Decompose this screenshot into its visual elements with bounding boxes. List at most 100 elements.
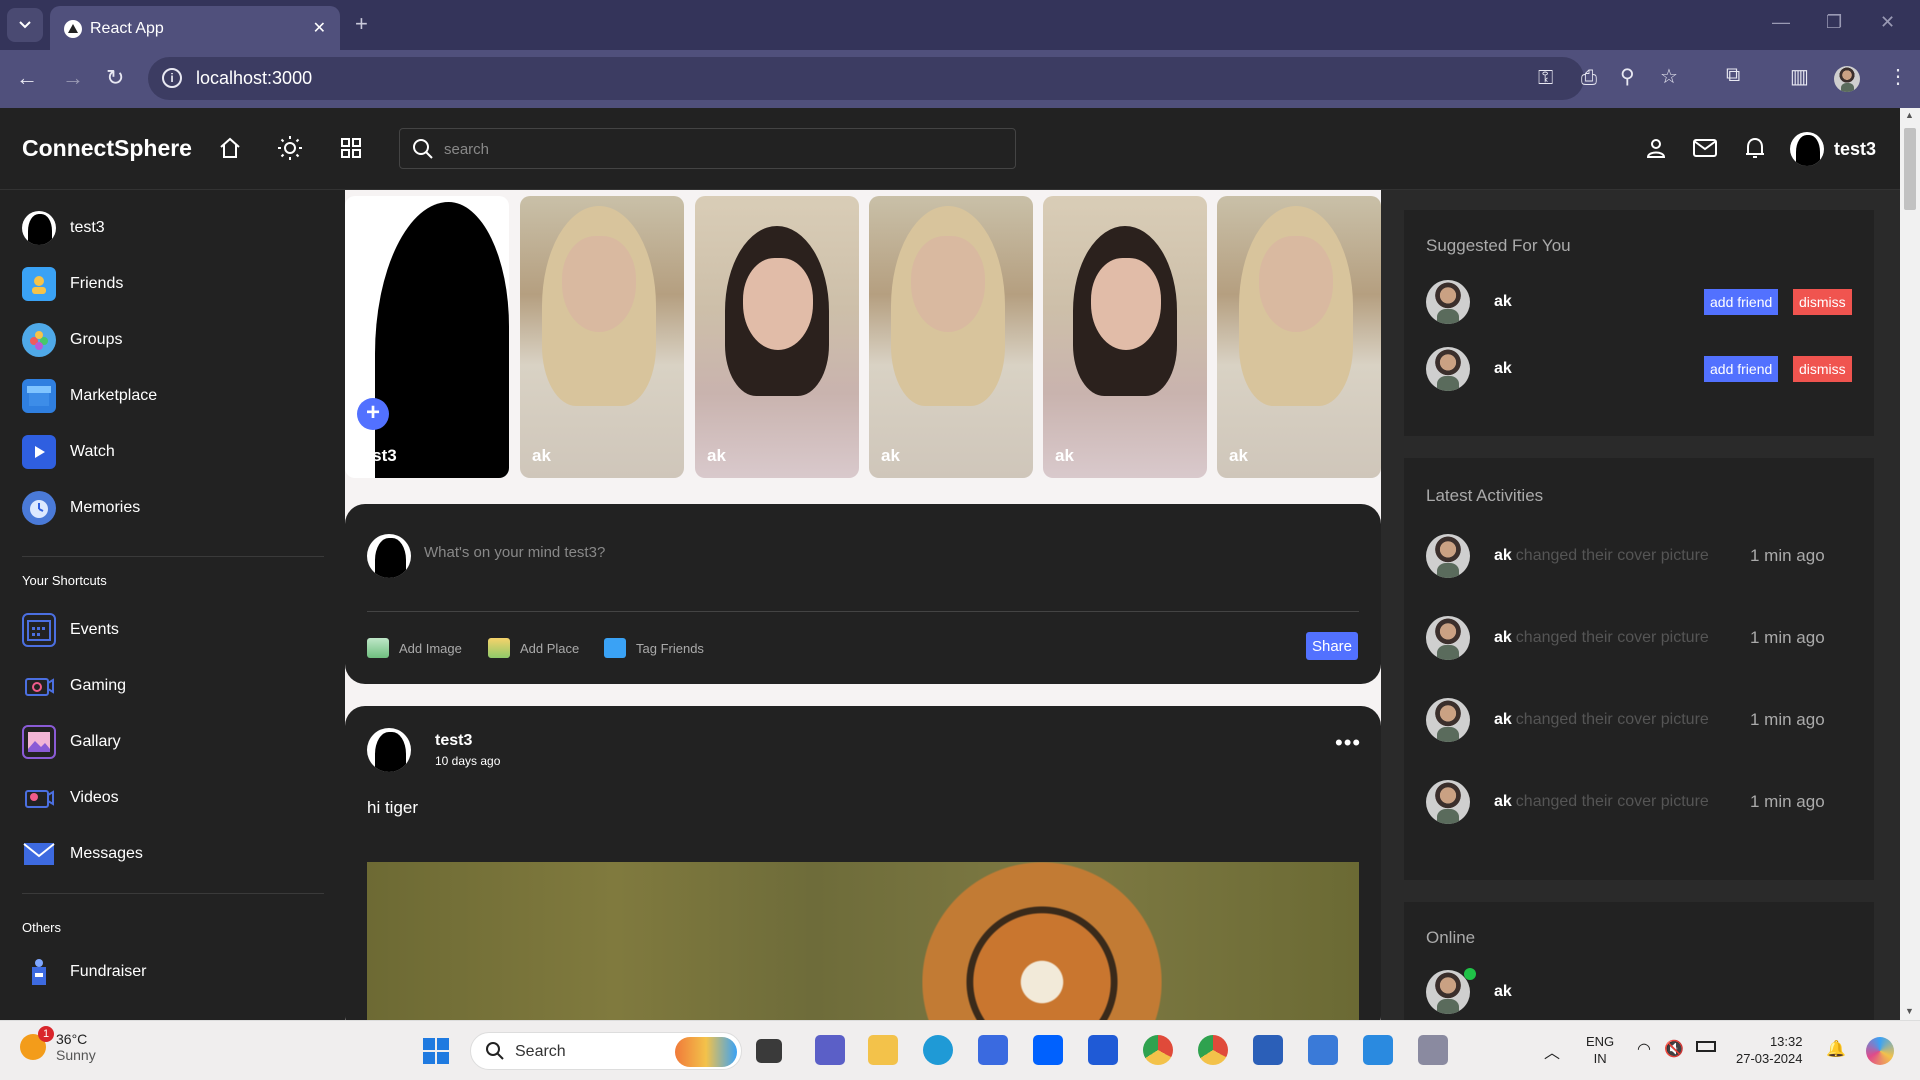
post-author-avatar[interactable]	[367, 728, 411, 772]
story-card[interactable]: ak	[520, 196, 684, 478]
close-window-icon[interactable]: ✕	[1880, 12, 1895, 33]
add-friend-button[interactable]: add friend	[1704, 289, 1779, 315]
notepad-icon[interactable]	[1308, 1035, 1338, 1065]
sidebar-item-videos[interactable]: Videos	[22, 780, 119, 816]
apps-grid-icon[interactable]	[337, 134, 365, 162]
add-image-button[interactable]: Add Image	[367, 638, 462, 658]
sidebar-item-watch[interactable]: Watch	[22, 434, 115, 470]
chrome-profile-icon[interactable]	[1198, 1035, 1228, 1065]
close-tab-icon[interactable]: ✕	[313, 18, 326, 38]
sidebar-item-friends[interactable]: Friends	[22, 266, 123, 302]
suggested-user-avatar[interactable]	[1426, 280, 1470, 324]
activity-user[interactable]: ak	[1494, 793, 1512, 811]
activity-user[interactable]: ak	[1494, 629, 1512, 647]
sidebar-item-groups[interactable]: Groups	[22, 322, 122, 358]
system-clock[interactable]: 13:32 27-03-2024	[1736, 1033, 1803, 1067]
snipping-tool-icon[interactable]	[1418, 1035, 1448, 1065]
post-input[interactable]	[424, 544, 1324, 561]
word-icon[interactable]	[1253, 1035, 1283, 1065]
install-app-icon[interactable]: ⎙	[1581, 67, 1597, 90]
profile-avatar[interactable]	[1834, 66, 1860, 92]
story-card[interactable]: + test3	[345, 196, 509, 478]
suggested-user-avatar[interactable]	[1426, 347, 1470, 391]
activity-user[interactable]: ak	[1494, 547, 1512, 565]
online-user-row[interactable]: ak	[1426, 968, 1512, 1014]
task-view-icon[interactable]	[756, 1039, 782, 1063]
site-info-icon[interactable]: i	[162, 68, 182, 88]
wifi-icon[interactable]: ◠	[1637, 1039, 1651, 1059]
dismiss-button[interactable]: dismiss	[1793, 289, 1852, 315]
add-place-button[interactable]: Add Place	[488, 638, 579, 658]
chrome-icon[interactable]	[1143, 1035, 1173, 1065]
file-explorer-icon[interactable]	[868, 1035, 898, 1065]
theme-toggle-icon[interactable]	[276, 134, 304, 162]
minimize-icon[interactable]: —	[1772, 12, 1790, 33]
sidebar-item-events[interactable]: Events	[22, 612, 119, 648]
add-friend-button[interactable]: add friend	[1704, 356, 1779, 382]
story-card[interactable]: ak	[1043, 196, 1207, 478]
post-author[interactable]: test3	[435, 732, 472, 750]
story-card[interactable]: ak	[695, 196, 859, 478]
store-icon[interactable]	[978, 1035, 1008, 1065]
activity-avatar[interactable]	[1426, 780, 1470, 824]
zoom-icon[interactable]: ⚲	[1620, 64, 1635, 89]
new-tab-icon[interactable]: +	[355, 12, 368, 36]
more-options-icon[interactable]: •••	[1335, 730, 1361, 756]
app-logo[interactable]: ConnectSphere	[22, 135, 192, 162]
sidebar-item-gaming[interactable]: Gaming	[22, 668, 126, 704]
tab-search-button[interactable]	[7, 8, 43, 42]
notification-bell-icon[interactable]: 🔔	[1826, 1039, 1846, 1059]
activity-avatar[interactable]	[1426, 616, 1470, 660]
taskbar-search[interactable]: Search	[470, 1032, 742, 1070]
edge-icon[interactable]	[923, 1035, 953, 1065]
story-card[interactable]: ak	[1217, 196, 1381, 478]
back-icon[interactable]: ←	[16, 64, 38, 92]
sidebar-item-profile[interactable]: test3	[22, 210, 105, 246]
scroll-down-icon[interactable]: ▼	[1905, 1006, 1914, 1016]
sidebar-item-fundraiser[interactable]: Fundraiser	[22, 954, 146, 990]
story-card[interactable]: ak	[869, 196, 1033, 478]
person-icon[interactable]	[1642, 134, 1670, 162]
more-menu-icon[interactable]: ⋮	[1888, 64, 1908, 89]
post-image[interactable]	[367, 862, 1359, 1020]
omnibox[interactable]: i localhost:3000 ⚿ ⎙	[148, 57, 1597, 100]
windows-start-icon[interactable]	[422, 1037, 450, 1070]
suggested-user-name[interactable]: ak	[1494, 360, 1512, 378]
vscode-icon[interactable]	[1363, 1035, 1393, 1065]
bell-icon[interactable]	[1741, 134, 1769, 162]
extensions-icon[interactable]: ⧉	[1726, 64, 1740, 87]
activity-avatar[interactable]	[1426, 698, 1470, 742]
search-input[interactable]	[444, 138, 984, 160]
home-icon[interactable]	[216, 134, 244, 162]
browser-tab[interactable]: React App ✕	[50, 6, 340, 50]
add-story-icon[interactable]: +	[357, 398, 389, 430]
teams-icon[interactable]	[815, 1035, 845, 1065]
reload-icon[interactable]: ↻	[106, 64, 124, 92]
volume-icon[interactable]: 🔇	[1664, 1039, 1684, 1059]
tag-friends-button[interactable]: Tag Friends	[604, 638, 704, 658]
dismiss-button[interactable]: dismiss	[1793, 356, 1852, 382]
copilot-icon[interactable]	[1866, 1037, 1894, 1065]
search-field[interactable]	[399, 128, 1016, 169]
sidebar-item-memories[interactable]: Memories	[22, 490, 140, 526]
scroll-up-icon[interactable]: ▲	[1905, 110, 1914, 120]
chevron-up-icon[interactable]: ︿	[1544, 1039, 1560, 1063]
suggested-user-name[interactable]: ak	[1494, 293, 1512, 311]
share-button[interactable]: Share	[1306, 632, 1358, 660]
weather-widget[interactable]: 1 36°C Sunny	[20, 1026, 96, 1063]
sidebar-item-gallery[interactable]: Gallary	[22, 724, 121, 760]
activity-avatar[interactable]	[1426, 534, 1470, 578]
bookmark-star-icon[interactable]: ☆	[1660, 64, 1678, 89]
language-indicator[interactable]: ENG IN	[1586, 1033, 1614, 1067]
app-s-icon[interactable]	[1088, 1035, 1118, 1065]
scrollbar-thumb[interactable]	[1904, 128, 1916, 210]
side-panel-icon[interactable]: ▥	[1790, 64, 1809, 89]
page-scrollbar[interactable]: ▲ ▼	[1900, 108, 1920, 1020]
battery-icon[interactable]	[1696, 1041, 1716, 1052]
sidebar-item-marketplace[interactable]: Marketplace	[22, 378, 157, 414]
sidebar-item-messages[interactable]: Messages	[22, 836, 143, 872]
nav-user-profile[interactable]: test3	[1790, 132, 1876, 166]
password-key-icon[interactable]: ⚿	[1538, 67, 1553, 90]
forward-icon[interactable]: →	[62, 64, 84, 92]
dropbox-icon[interactable]	[1033, 1035, 1063, 1065]
